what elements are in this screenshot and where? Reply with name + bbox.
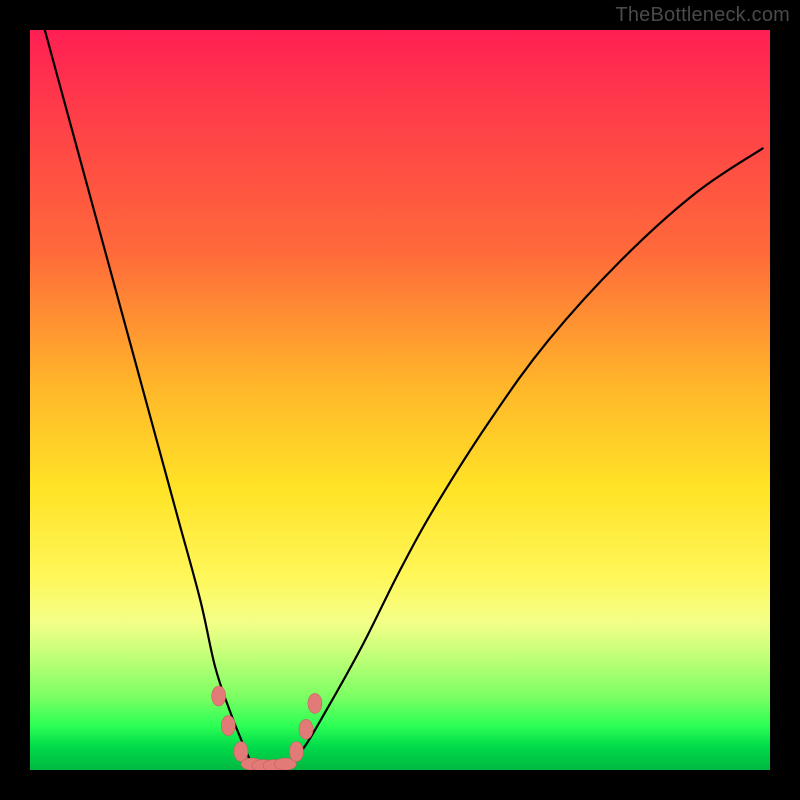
watermark-text: TheBottleneck.com: [615, 4, 790, 27]
chart-overlay-svg: [30, 30, 770, 770]
valley-marker: [308, 693, 322, 713]
valley-markers: [212, 686, 322, 770]
chart-plot-area: [30, 30, 770, 770]
valley-marker: [234, 742, 248, 762]
chart-frame: TheBottleneck.com: [0, 0, 800, 800]
valley-marker: [212, 686, 226, 706]
valley-marker: [299, 719, 313, 739]
valley-marker: [289, 742, 303, 762]
bottleneck-curve: [45, 30, 763, 767]
valley-marker: [221, 716, 235, 736]
